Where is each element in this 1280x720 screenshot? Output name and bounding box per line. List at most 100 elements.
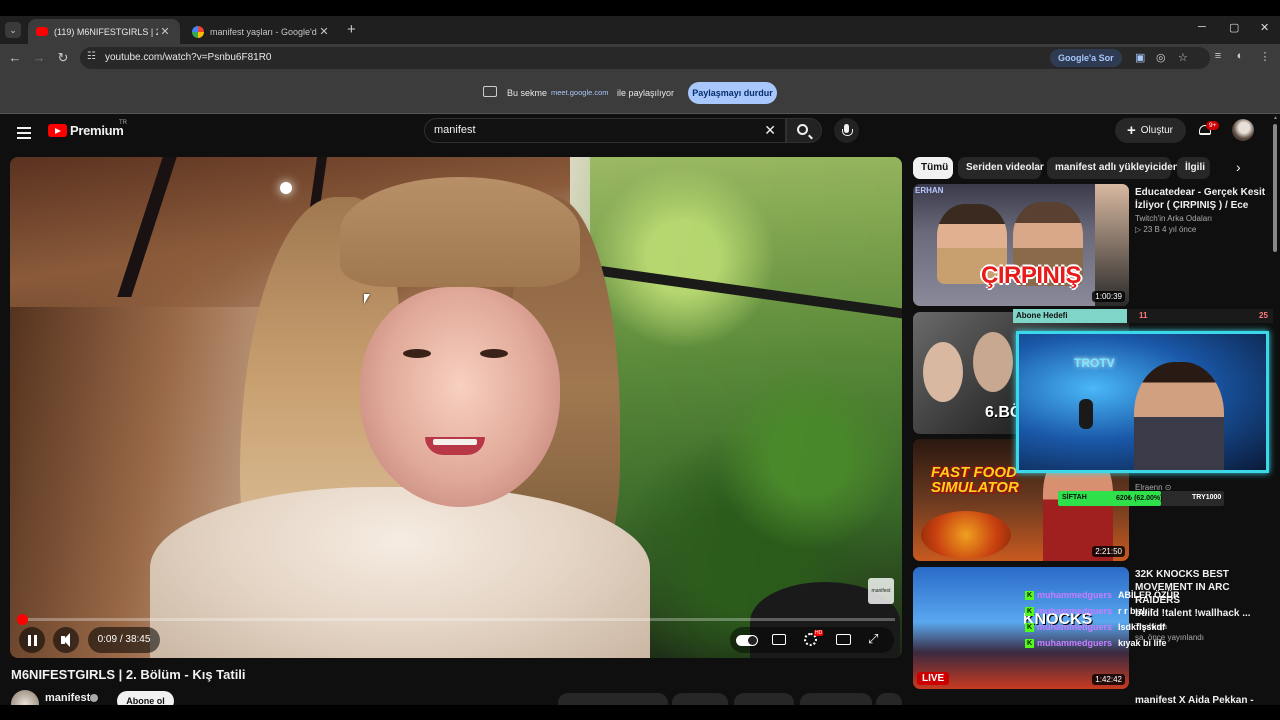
- hd-badge: HD: [814, 630, 824, 636]
- chat-message: Kmuhammedguers lsdkflşskdf: [1025, 622, 1166, 633]
- rec-info[interactable]: Educatedear - Gerçek Kesit İzliyor ( ÇIR…: [1135, 186, 1270, 234]
- video-player[interactable]: manifest 0:09 / 38:45 HD ⤢: [10, 157, 902, 658]
- webcam-overlay: TROTV: [1016, 331, 1269, 473]
- menu-dots-icon[interactable]: ⋮: [1257, 50, 1273, 63]
- thumb-tag: ERHAN: [915, 186, 944, 195]
- youtube-logo[interactable]: Premium TR: [48, 120, 127, 138]
- google-ask-button[interactable]: Google'a Sor: [1050, 49, 1122, 67]
- rec-channel[interactable]: Twitch'in Arka Odaları: [1135, 214, 1270, 223]
- address-bar-row: ← → ↻ ☷ youtube.com/watch?v=Psnbu6F81R0 …: [0, 44, 1280, 72]
- scroll-up-arrow-icon[interactable]: ▲: [1273, 115, 1278, 121]
- tab-sharing-bar: Bu sekme meet.google.com ile paylaşılıyo…: [0, 72, 1280, 114]
- progress-bar[interactable]: [17, 614, 895, 625]
- thumb-text: ÇIRPINIŞ: [981, 262, 1082, 289]
- rec-title[interactable]: İzliyor ( ÇIRPINIŞ ) / Ece: [1135, 199, 1270, 212]
- search-box[interactable]: ✕: [424, 118, 786, 143]
- verified-icon: [90, 694, 98, 702]
- tab-close-icon[interactable]: ✕: [158, 25, 172, 38]
- kick-icon: K: [1025, 639, 1034, 649]
- volume-icon[interactable]: [53, 627, 79, 653]
- tab-strip: ⌄ (119) M6NIFESTGIRLS | 2. B ✕ manifest …: [0, 16, 1280, 44]
- rec-title[interactable]: Educatedear - Gerçek Kesit: [1135, 186, 1270, 199]
- neon-sign: TROTV: [1074, 356, 1115, 370]
- reading-list-icon[interactable]: ≡: [1210, 50, 1226, 62]
- kick-icon: K: [1025, 623, 1034, 633]
- video-title: M6NIFESTGIRLS | 2. Bölüm - Kış Tatili: [11, 667, 246, 682]
- donation-value: 620₺ (62.00%): [1116, 495, 1163, 502]
- chat-overlay: Kmuhammedguers ABİLER ÖZÜR Kmuhammedguers…: [1025, 587, 1225, 651]
- tab-google[interactable]: manifest yaşları - Google'da Ar ✕: [184, 19, 339, 44]
- stop-sharing-button[interactable]: Paylaşmayı durdur: [688, 82, 777, 104]
- tab-title: manifest yaşları - Google'da Ar: [210, 26, 317, 37]
- tab-close-icon[interactable]: ✕: [317, 25, 331, 38]
- google-favicon-icon: [192, 25, 204, 38]
- eye-off-icon[interactable]: ◎: [1156, 51, 1166, 64]
- reload-icon[interactable]: ↻: [55, 50, 71, 66]
- share-suffix: ile paylaşılıyor: [617, 88, 675, 98]
- progress-scrubber[interactable]: [17, 614, 29, 625]
- page-scrollbar[interactable]: [1272, 114, 1278, 720]
- share-domain: meet.google.com: [551, 88, 609, 97]
- subtitles-icon[interactable]: [772, 634, 786, 645]
- mouse-cursor-icon: [364, 294, 370, 304]
- chat-message: Kmuhammedguers r r bızlı r: [1025, 606, 1154, 617]
- minimize-icon[interactable]: ─: [1198, 21, 1206, 33]
- create-label: Oluştur: [1140, 125, 1173, 136]
- logo-text: Premium: [70, 123, 124, 138]
- time-display: 0:09 / 38:45: [88, 627, 160, 653]
- chip-series[interactable]: Seriden videolar: [958, 157, 1044, 179]
- live-badge: LIVE: [917, 672, 950, 685]
- omnibox[interactable]: ☷ youtube.com/watch?v=Psnbu6F81R0 Google…: [80, 47, 1210, 69]
- subscriber-goal-overlay: Abone Hedefi 11 25: [1013, 309, 1273, 323]
- donation-target: TRY1000: [1192, 494, 1222, 501]
- autoplay-toggle[interactable]: [736, 635, 758, 646]
- screen-share-icon: [483, 86, 497, 97]
- bookmark-star-icon[interactable]: ☆: [1178, 51, 1188, 64]
- site-info-icon[interactable]: ☷: [87, 51, 99, 63]
- streamer-figure: [1134, 362, 1224, 470]
- channel-name[interactable]: manifest: [45, 692, 90, 704]
- channel-watermark[interactable]: manifest: [868, 578, 894, 604]
- scrollbar-thumb[interactable]: [1273, 124, 1277, 252]
- new-tab-icon[interactable]: +: [347, 21, 356, 38]
- video-frame-face: [360, 287, 560, 507]
- rec-thumbnail[interactable]: ERHAN ÇIRPINIŞ 1:00:39: [913, 184, 1129, 306]
- maximize-icon[interactable]: ▢: [1229, 21, 1239, 34]
- chip-uploader[interactable]: manifest adlı yükleyiciden: [1047, 157, 1179, 179]
- chat-message: Kmuhammedguers kıyak bi life: [1025, 638, 1167, 649]
- chevron-right-icon[interactable]: ›: [1236, 159, 1241, 175]
- region-code: TR: [119, 120, 127, 126]
- tab-title: (119) M6NIFESTGIRLS | 2. B: [54, 26, 158, 37]
- donation-label: SİFTAH: [1062, 494, 1087, 501]
- hamburger-menu-icon[interactable]: [17, 124, 31, 142]
- share-prefix: Bu sekme: [507, 88, 548, 98]
- microphone-icon: [1079, 399, 1093, 429]
- forward-icon[interactable]: →: [31, 50, 47, 65]
- voice-search-icon[interactable]: [834, 118, 859, 143]
- profile-icon[interactable]: ◐: [1232, 50, 1248, 62]
- url-text[interactable]: youtube.com/watch?v=Psnbu6F81R0: [105, 52, 272, 63]
- kick-icon: K: [1025, 607, 1034, 617]
- theater-mode-icon[interactable]: [836, 634, 851, 645]
- search-button[interactable]: [786, 118, 822, 143]
- create-button[interactable]: + Oluştur: [1115, 118, 1186, 143]
- top-black-strip: [0, 0, 1280, 16]
- back-icon[interactable]: ←: [7, 50, 23, 65]
- rec-title[interactable]: 32K KNOCKS BEST: [1135, 568, 1270, 581]
- plus-icon: +: [1127, 122, 1136, 139]
- account-avatar[interactable]: [1232, 119, 1254, 141]
- clear-search-icon[interactable]: ✕: [764, 122, 776, 139]
- chip-all[interactable]: Tümü: [913, 157, 953, 179]
- close-window-icon[interactable]: ✕: [1260, 21, 1269, 34]
- pause-button[interactable]: [19, 627, 45, 653]
- chip-related[interactable]: İlgili: [1177, 157, 1210, 179]
- tab-search-dropdown-icon[interactable]: ⌄: [5, 22, 21, 38]
- fullscreen-icon[interactable]: ⤢: [868, 631, 878, 647]
- goal-label: Abone Hedefi: [1016, 311, 1068, 320]
- search-input[interactable]: [434, 124, 754, 136]
- chat-message: Kmuhammedguers ABİLER ÖZÜR: [1025, 590, 1180, 601]
- tab-youtube[interactable]: (119) M6NIFESTGIRLS | 2. B ✕: [28, 19, 180, 44]
- cast-icon[interactable]: ▣: [1135, 51, 1145, 64]
- duration-badge: 2:21:50: [1092, 546, 1125, 557]
- youtube-page: Premium TR ✕ + Oluştur 9+ manifest: [0, 114, 1280, 720]
